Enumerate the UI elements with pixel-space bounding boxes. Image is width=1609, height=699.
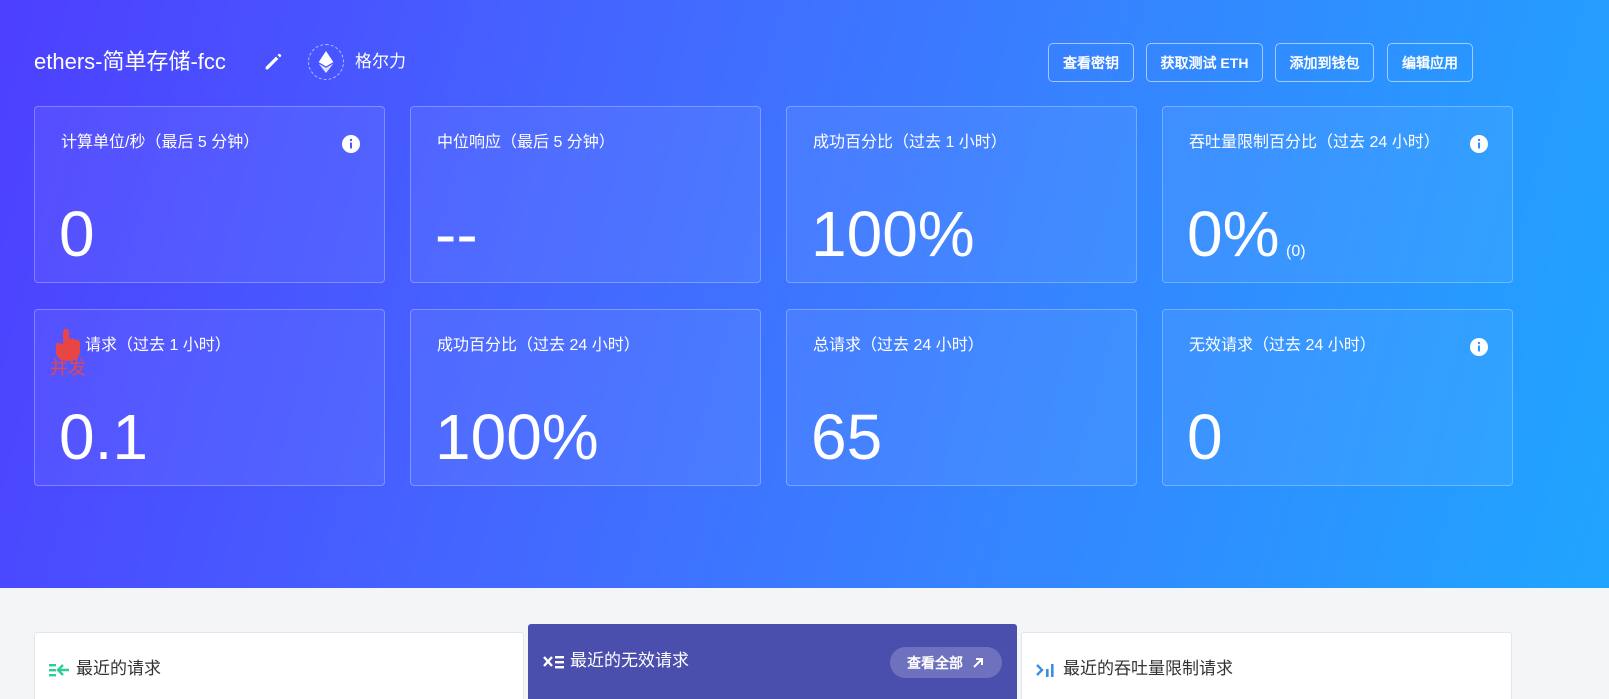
- get-test-eth-button[interactable]: 获取测试 ETH: [1146, 43, 1263, 82]
- arrow-up-right-icon: [973, 657, 983, 668]
- requests-1h-card: 请求（过去 1 小时） 0.1: [34, 309, 385, 486]
- recent-requests-icon: [49, 664, 69, 677]
- card-value: 100%: [435, 401, 599, 473]
- success-rate-1h-card: 成功百分比（过去 1 小时） 100%: [786, 106, 1137, 283]
- total-requests-24h-card: 总请求（过去 24 小时） 65: [786, 309, 1137, 486]
- median-response-card: 中位响应（最后 5 分钟） --: [410, 106, 761, 283]
- invalid-requests-24h-card: 无效请求（过去 24 小时） 0: [1162, 309, 1513, 486]
- card-label: 中位响应（最后 5 分钟）: [437, 134, 615, 151]
- recent-invalid-requests-tab[interactable]: 最近的无效请求 查看全部: [528, 624, 1017, 699]
- view-key-button[interactable]: 查看密钥: [1048, 43, 1134, 82]
- invalid-requests-icon: [543, 656, 564, 669]
- ethereum-icon: [318, 51, 334, 73]
- card-value: --: [435, 198, 478, 270]
- ethereum-network-badge: [308, 44, 344, 80]
- card-label: 总请求（过去 24 小时）: [813, 337, 984, 354]
- add-to-wallet-button[interactable]: 添加到钱包: [1275, 43, 1374, 82]
- card-label: 成功百分比（过去 1 小时）: [813, 134, 1007, 151]
- success-rate-24h-card: 成功百分比（过去 24 小时） 100%: [410, 309, 761, 486]
- cursor-annotation-text: 并发: [50, 358, 86, 378]
- card-value: 0%: [1187, 198, 1280, 270]
- card-label: 计算单位/秒（最后 5 分钟）: [61, 134, 260, 151]
- throughput-limit-card: 吞吐量限制百分比（过去 24 小时） 0% (0): [1162, 106, 1513, 283]
- card-label: 无效请求（过去 24 小时）: [1189, 337, 1376, 354]
- panel-title: 最近的无效请求: [570, 651, 689, 670]
- throughput-limit-icon: [1036, 664, 1054, 677]
- card-value: 0.1: [59, 401, 148, 473]
- info-icon[interactable]: [342, 135, 360, 153]
- card-label: 请求（过去 1 小时）: [85, 337, 231, 354]
- view-all-button[interactable]: 查看全部: [890, 647, 1002, 678]
- pencil-icon[interactable]: [262, 51, 284, 73]
- panel-title: 最近的请求: [76, 659, 161, 678]
- network-name: 格尔力: [355, 52, 406, 71]
- card-label: 成功百分比（过去 24 小时）: [437, 337, 640, 354]
- recent-requests-tab[interactable]: 最近的请求: [34, 632, 524, 699]
- card-value: 0: [59, 198, 95, 270]
- info-icon[interactable]: [1470, 338, 1488, 356]
- app-name-title: ethers-简单存储-fcc: [34, 49, 226, 74]
- view-all-label: 查看全部: [907, 654, 963, 671]
- card-value: 65: [811, 401, 883, 473]
- edit-app-button[interactable]: 编辑应用: [1387, 43, 1473, 82]
- card-label: 吞吐量限制百分比（过去 24 小时）: [1189, 134, 1440, 151]
- recent-throughput-limited-tab[interactable]: 最近的吞吐量限制请求: [1021, 632, 1512, 699]
- card-value: 100%: [811, 198, 975, 270]
- app-overview-hero: ethers-简单存储-fcc 格尔力 查看密钥 获取测试 ETH 添加到钱包 …: [0, 0, 1609, 588]
- card-value: 0: [1187, 401, 1223, 473]
- info-icon[interactable]: [1470, 135, 1488, 153]
- compute-units-card: 计算单位/秒（最后 5 分钟） 0: [34, 106, 385, 283]
- panel-title: 最近的吞吐量限制请求: [1063, 659, 1233, 678]
- card-subvalue: (0): [1286, 243, 1306, 260]
